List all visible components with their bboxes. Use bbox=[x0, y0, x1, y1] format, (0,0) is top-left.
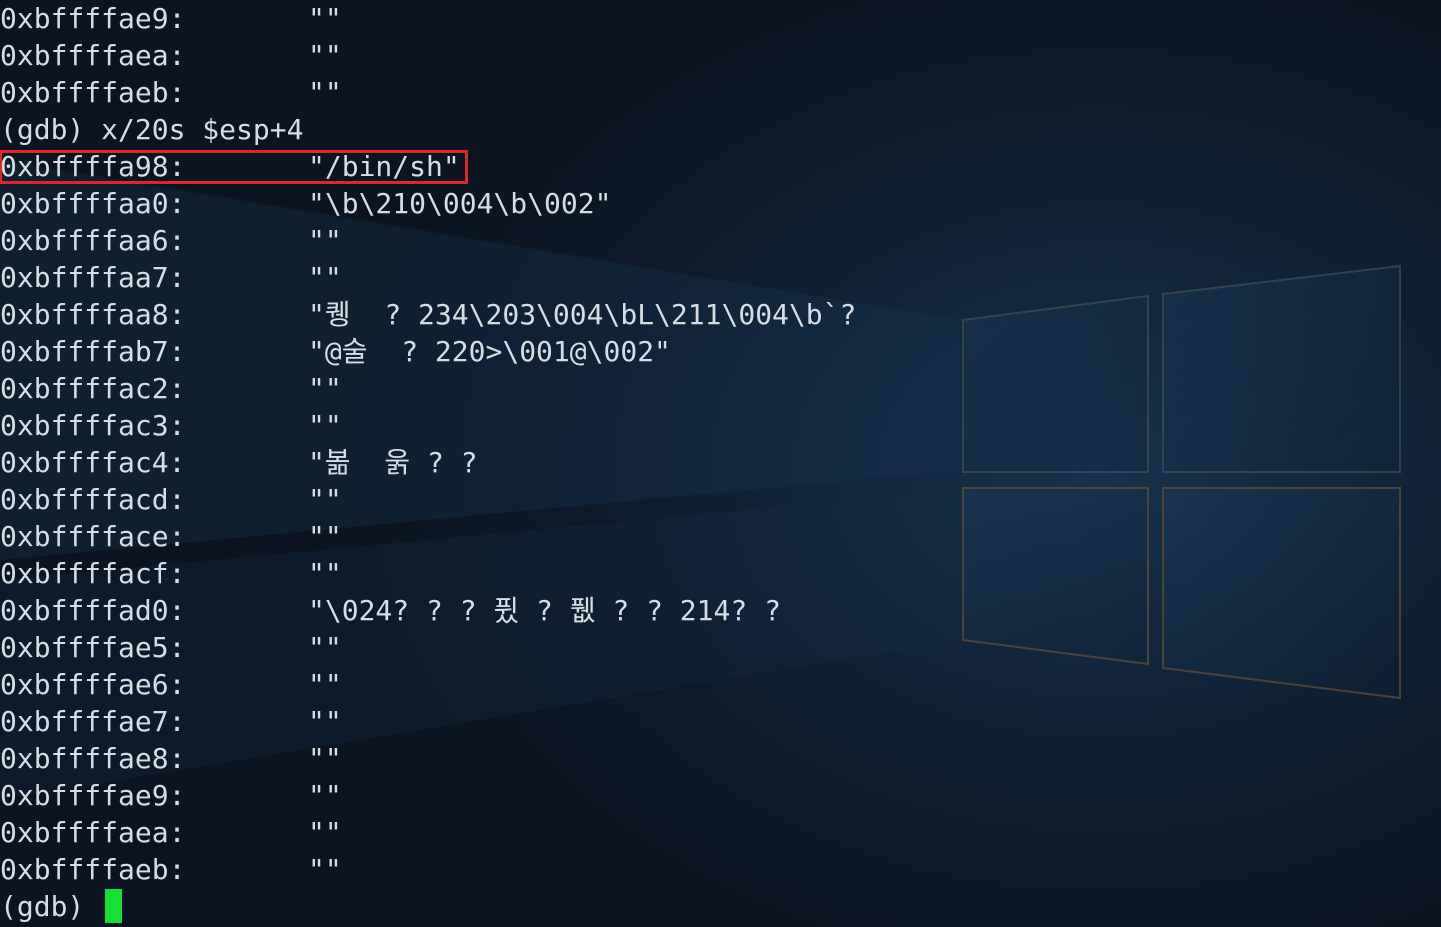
output-line: 0xbffffaa8: "퀭 ? 234\203\004\bL\211\004\b… bbox=[0, 296, 856, 333]
memory-address: 0xbffffac3: bbox=[0, 409, 186, 442]
memory-address: 0xbffffae6: bbox=[0, 668, 186, 701]
gdb-prompt: (gdb) bbox=[0, 890, 102, 923]
string-value: "" bbox=[308, 372, 342, 405]
string-value: "" bbox=[308, 2, 342, 35]
string-value: "" bbox=[308, 76, 342, 109]
string-value: "" bbox=[308, 816, 342, 849]
memory-address: 0xbffffae9: bbox=[0, 779, 186, 812]
string-value: "" bbox=[308, 261, 342, 294]
string-value: "" bbox=[308, 779, 342, 812]
string-value: "" bbox=[308, 409, 342, 442]
string-value: "@술 ? 220>\001@\002" bbox=[308, 335, 671, 368]
highlighted-output-line: 0xbffffa98: "/bin/sh" bbox=[0, 148, 856, 185]
memory-address: 0xbffffac4: bbox=[0, 446, 186, 479]
memory-address: 0xbffffaa7: bbox=[0, 261, 186, 294]
output-line: 0xbffffae8: "" bbox=[0, 740, 856, 777]
output-line: 0xbffffacd: "" bbox=[0, 481, 856, 518]
string-value: "볾 욹 ? ? bbox=[308, 446, 478, 479]
gdb-output: 0xbffffae9: "" 0xbffffaea: "" 0xbffffaeb: "… bbox=[0, 0, 856, 925]
bin-sh-string-value: "/bin/sh" bbox=[308, 150, 460, 183]
gdb-command-line: (gdb) x/20s $esp+4 bbox=[0, 111, 856, 148]
memory-address: 0xbffffaeb: bbox=[0, 76, 186, 109]
logo-pane-top-left bbox=[962, 294, 1149, 473]
output-line: 0xbffffab7: "@술 ? 220>\001@\002" bbox=[0, 333, 856, 370]
string-value: "" bbox=[308, 483, 342, 516]
logo-pane-bottom-right bbox=[1162, 487, 1401, 700]
output-line: 0xbffffacf: "" bbox=[0, 555, 856, 592]
gdb-prompt-line[interactable]: (gdb) bbox=[0, 888, 856, 925]
terminal-cursor[interactable] bbox=[105, 889, 123, 923]
string-value: "" bbox=[308, 39, 342, 72]
string-value: "" bbox=[308, 520, 342, 553]
memory-address: 0xbffffaea: bbox=[0, 816, 186, 849]
memory-address: 0xbffffaeb: bbox=[0, 853, 186, 886]
memory-address: 0xbffffab7: bbox=[0, 335, 186, 368]
memory-address: 0xbffffae7: bbox=[0, 705, 186, 738]
memory-address: 0xbffffaa6: bbox=[0, 224, 186, 257]
string-value: "" bbox=[308, 668, 342, 701]
output-line: 0xbffffae7: "" bbox=[0, 703, 856, 740]
memory-address: 0xbffffac2: bbox=[0, 372, 186, 405]
terminal-window[interactable]: 0xbffffae9: "" 0xbffffaea: "" 0xbffffaeb: "… bbox=[0, 0, 1441, 927]
output-line: 0xbffffae6: "" bbox=[0, 666, 856, 703]
output-line: 0xbffffac2: "" bbox=[0, 370, 856, 407]
output-line: 0xbffffad0: "\024? ? ? 퓠 ? 퓂 ? ? 214? ? bbox=[0, 592, 856, 629]
string-value: "" bbox=[308, 631, 342, 664]
output-line: 0xbffffae9: "" bbox=[0, 0, 856, 37]
memory-address: 0xbffffacf: bbox=[0, 557, 186, 590]
memory-address: 0xbffffad0: bbox=[0, 594, 186, 627]
output-line: 0xbffffaea: "" bbox=[0, 814, 856, 851]
output-line: 0xbfffface: "" bbox=[0, 518, 856, 555]
memory-address: 0xbffffacd: bbox=[0, 483, 186, 516]
memory-address: 0xbffffa98: bbox=[0, 150, 186, 183]
output-line: 0xbffffac4: "볾 욹 ? ? bbox=[0, 444, 856, 481]
memory-address: 0xbffffae9: bbox=[0, 2, 186, 35]
output-line: 0xbffffac3: "" bbox=[0, 407, 856, 444]
string-value: "" bbox=[308, 705, 342, 738]
output-line: 0xbffffaa0: "\b\210\004\b\002" bbox=[0, 185, 856, 222]
output-line: 0xbffffaea: "" bbox=[0, 37, 856, 74]
memory-address: 0xbffffaa8: bbox=[0, 298, 186, 331]
string-value: "" bbox=[308, 853, 342, 886]
memory-address: 0xbffffaa0: bbox=[0, 187, 186, 220]
output-line: 0xbffffaa6: "" bbox=[0, 222, 856, 259]
gdb-command: (gdb) x/20s $esp+4 bbox=[0, 113, 304, 146]
output-line: 0xbffffaeb: "" bbox=[0, 74, 856, 111]
string-value: "" bbox=[308, 224, 342, 257]
string-value: "" bbox=[308, 742, 342, 775]
string-value: "\b\210\004\b\002" bbox=[308, 187, 612, 220]
string-value: "\024? ? ? 퓠 ? 퓂 ? ? 214? ? bbox=[308, 594, 781, 627]
logo-pane-bottom-left bbox=[962, 487, 1149, 666]
output-line: 0xbffffae5: "" bbox=[0, 629, 856, 666]
memory-address: 0xbffffaea: bbox=[0, 39, 186, 72]
output-line: 0xbffffaeb: "" bbox=[0, 851, 856, 888]
memory-address: 0xbffffae5: bbox=[0, 631, 186, 664]
output-line: 0xbffffae9: "" bbox=[0, 777, 856, 814]
memory-address: 0xbffffae8: bbox=[0, 742, 186, 775]
output-line: 0xbffffaa7: "" bbox=[0, 259, 856, 296]
string-value: "퀭 ? 234\203\004\bL\211\004\b`? bbox=[308, 298, 857, 331]
memory-address: 0xbfffface: bbox=[0, 520, 186, 553]
string-value: "" bbox=[308, 557, 342, 590]
logo-pane-top-right bbox=[1162, 264, 1401, 473]
